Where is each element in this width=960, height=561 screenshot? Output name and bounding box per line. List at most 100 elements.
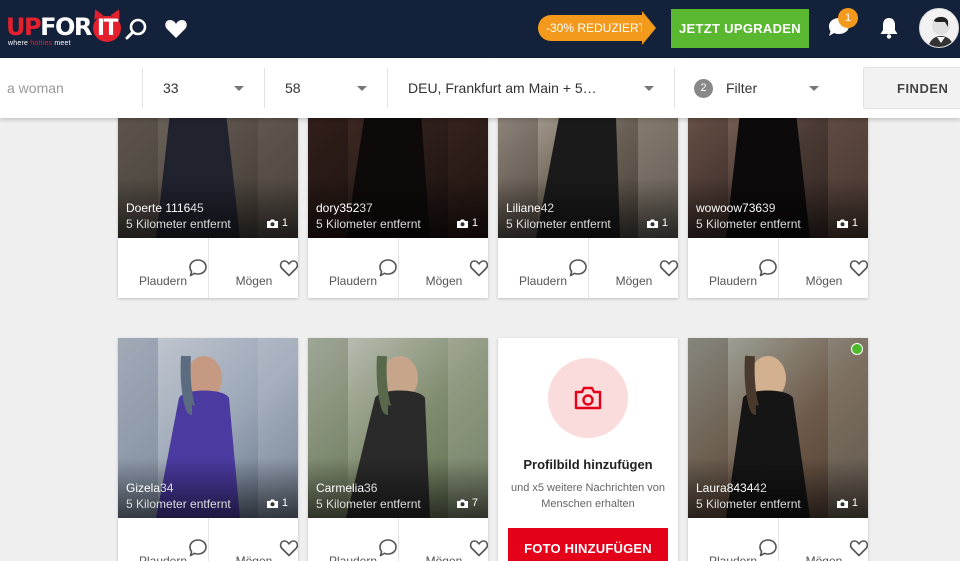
age-to-select[interactable]: 58 (265, 68, 388, 108)
chat-icon (343, 528, 397, 557)
profile-distance: 5 Kilometer entfernt (126, 497, 231, 511)
camera-icon (646, 219, 658, 228)
filter-count-badge: 2 (694, 79, 713, 98)
messages-badge: 1 (838, 8, 858, 28)
profile-name: wowoow73639 (696, 201, 775, 215)
chat-icon (723, 528, 777, 557)
photo-count-value: 1 (471, 217, 478, 229)
age-from-select[interactable]: 33 (143, 68, 265, 108)
like-button[interactable]: Mögen (588, 238, 678, 298)
like-button[interactable]: Mögen (208, 518, 298, 561)
heart-icon (244, 528, 298, 557)
search-icon[interactable] (124, 16, 150, 42)
chat-button[interactable]: Plaudern (688, 238, 778, 298)
chat-label: Plaudern (328, 554, 378, 561)
profile-photo[interactable]: Carmelia36 5 Kilometer entfernt 7 (308, 338, 488, 518)
profile-age: 37 (359, 201, 373, 215)
camera-icon (266, 219, 278, 228)
location-select[interactable]: DEU, Frankfurt am Main + 5… (388, 68, 675, 108)
profile-username: Carmelia (316, 481, 365, 495)
chat-icon (153, 528, 207, 557)
chat-button[interactable]: Plaudern (308, 518, 398, 561)
profile-age: 42 (540, 201, 555, 215)
like-label: Mögen (425, 554, 463, 561)
profile-actions: Plaudern Mögen (118, 518, 298, 561)
like-button[interactable]: Mögen (778, 238, 868, 298)
heart-icon (624, 248, 678, 277)
chat-icon (723, 248, 777, 277)
profile-distance: 5 Kilometer entfernt (696, 497, 801, 511)
photo-count-value: 1 (851, 217, 858, 229)
profile-name: Laura843442 (696, 481, 767, 495)
like-button[interactable]: Mögen (778, 518, 868, 561)
profile-photo[interactable]: Gizela34 5 Kilometer entfernt 1 (118, 338, 298, 518)
camera-icon[interactable] (548, 358, 628, 438)
profile-distance: 5 Kilometer entfernt (126, 217, 231, 231)
photo-count: 1 (836, 497, 858, 509)
promo-label: -30% REDUZIERT (538, 15, 646, 41)
profile-age: 45 (190, 201, 204, 215)
find-button[interactable]: FINDEN (863, 67, 960, 109)
profile-name: Doerte 111645 (126, 201, 204, 215)
chat-icon (343, 248, 397, 277)
camera-icon (456, 499, 468, 508)
looking-for-field[interactable]: a woman (0, 68, 143, 108)
profile-name: dory35237 (316, 201, 373, 215)
chat-button[interactable]: Plaudern (118, 238, 208, 298)
upforit-logo[interactable]: UPFOR IT where hotties meet (6, 9, 122, 51)
like-label: Mögen (805, 554, 843, 561)
profile-age: 42 (753, 481, 767, 495)
chat-button[interactable]: Plaudern (688, 518, 778, 561)
camera-icon (836, 219, 848, 228)
camera-icon (456, 219, 468, 228)
profile-username: Doerte 1116 (126, 201, 191, 215)
heart-icon (434, 248, 488, 277)
chat-button[interactable]: Plaudern (118, 518, 208, 561)
chat-label: Plaudern (708, 554, 758, 561)
profile-actions: Plaudern Mögen (688, 238, 868, 298)
profile-age: 34 (160, 481, 174, 495)
filter-select[interactable]: 2 Filter (675, 68, 839, 108)
like-button[interactable]: Mögen (398, 238, 488, 298)
upgrade-button[interactable]: JETZT UPGRADEN (671, 9, 809, 48)
logo-tagline: where hotties meet (8, 40, 71, 47)
profile-name: Gizela34 (126, 481, 173, 495)
profile-distance: 5 Kilometer entfernt (316, 497, 421, 511)
heart-icon[interactable] (163, 16, 189, 42)
like-button[interactable]: Mögen (208, 238, 298, 298)
camera-icon (266, 499, 278, 508)
like-button[interactable]: Mögen (398, 518, 488, 561)
chat-icon (533, 248, 587, 277)
chat-button[interactable]: Plaudern (308, 238, 398, 298)
user-avatar[interactable] (919, 8, 959, 48)
add-photo-card: Profilbild hinzufügen und x5 weitere Nac… (498, 338, 678, 561)
profile-username: Liliane (506, 201, 541, 215)
bell-icon[interactable] (876, 15, 902, 41)
chevron-down-icon (234, 86, 244, 91)
location-value: DEU, Frankfurt am Main + 5… (408, 80, 597, 96)
profile-actions: Plaudern Mögen (498, 238, 678, 298)
discount-promo[interactable]: -30% REDUZIERT (538, 11, 656, 45)
profile-username: dory352 (316, 201, 360, 215)
photo-count: 7 (456, 497, 478, 509)
age-to-value: 58 (285, 80, 301, 96)
profile-actions: Plaudern Mögen (308, 518, 488, 561)
heart-icon (244, 248, 298, 277)
like-label: Mögen (615, 274, 653, 288)
online-indicator (851, 343, 863, 355)
chevron-down-icon (357, 86, 367, 91)
profile-distance: 5 Kilometer entfernt (696, 217, 801, 231)
chat-label: Plaudern (518, 274, 568, 288)
add-photo-button[interactable]: FOTO HINZUFÜGEN (508, 528, 668, 561)
profile-name: Liliane42 (506, 201, 554, 215)
like-label: Mögen (425, 274, 463, 288)
profile-photo[interactable]: Laura843442 5 Kilometer entfernt 1 (688, 338, 868, 518)
search-filter-bar: a woman 33 58 DEU, Frankfurt am Main + 5… (0, 58, 960, 118)
add-photo-text: und x5 weitere Nachrichten von Menschen … (510, 482, 666, 510)
photo-count-value: 1 (281, 497, 288, 509)
chat-label: Plaudern (138, 554, 188, 561)
chat-button[interactable]: Plaudern (498, 238, 588, 298)
profile-age: 36 (364, 481, 378, 495)
top-navigation-bar: UPFOR IT where hotties meet -30% REDUZIER… (0, 0, 960, 58)
chat-label: Plaudern (138, 274, 188, 288)
